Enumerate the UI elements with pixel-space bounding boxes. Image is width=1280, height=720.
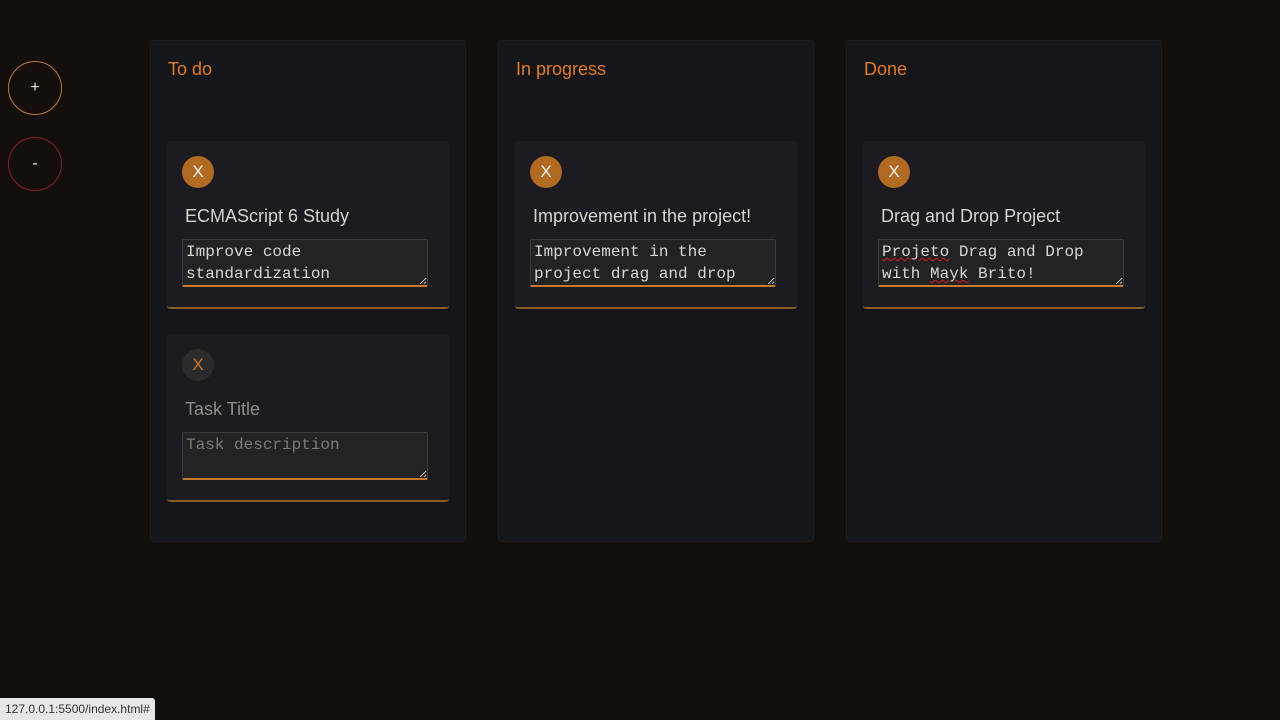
description-line: with Mayk Brito! <box>882 263 1120 285</box>
browser-status-url: 127.0.0.1:5500/index.html# <box>0 698 155 720</box>
add-task-button[interactable]: + <box>8 61 62 115</box>
close-icon: X <box>192 355 204 374</box>
description-line: Improvement in the <box>534 243 707 261</box>
task-description-textarea[interactable]: Improvement in the project drag and drop <box>530 239 776 287</box>
description-line: Improve code <box>186 243 302 261</box>
close-icon: X <box>540 162 552 181</box>
plus-icon: + <box>30 79 40 96</box>
task-card[interactable]: X ECMAScript 6 Study Improve code standa… <box>167 141 449 309</box>
close-icon: X <box>192 162 204 181</box>
task-description-textarea[interactable]: Task description <box>182 432 428 480</box>
task-title-input[interactable]: Task Title <box>185 399 260 420</box>
task-card[interactable]: X Improvement in the project! Improvemen… <box>515 141 797 309</box>
task-title-input[interactable]: Drag and Drop Project <box>881 206 1060 227</box>
description-line: Projeto Drag and Drop <box>882 241 1120 263</box>
minus-icon: - <box>32 155 38 172</box>
misspelled-word: Projeto <box>882 243 950 261</box>
delete-task-button[interactable]: X <box>530 156 562 188</box>
column-done[interactable]: Done X Drag and Drop Project Projeto Dra… <box>846 40 1162 542</box>
description-text: Drag and Drop <box>949 243 1084 261</box>
kanban-page: + - To do X ECMAScript 6 Study Improve c… <box>0 0 1280 720</box>
task-title-input[interactable]: Improvement in the project! <box>533 206 751 227</box>
column-todo[interactable]: To do X ECMAScript 6 Study Improve code … <box>150 40 466 542</box>
task-card-new[interactable]: X Task Title Task description <box>167 334 449 502</box>
column-in-progress[interactable]: In progress X Improvement in the project… <box>498 40 814 542</box>
description-text: Brito! <box>968 265 1036 283</box>
column-title: In progress <box>516 59 607 79</box>
task-title-input[interactable]: ECMAScript 6 Study <box>185 206 349 227</box>
description-text: with <box>882 265 931 283</box>
task-description-textarea[interactable]: Projeto Drag and Drop with Mayk Brito! <box>878 239 1124 287</box>
column-title: Done <box>864 59 908 79</box>
description-line: standardization <box>186 265 331 283</box>
column-title: To do <box>168 59 213 79</box>
delete-task-button[interactable]: X <box>182 156 214 188</box>
close-icon: X <box>888 162 900 181</box>
misspelled-word: Mayk <box>930 265 969 283</box>
description-placeholder: Task description <box>186 436 340 454</box>
remove-task-button[interactable]: - <box>8 137 62 191</box>
delete-task-button[interactable]: X <box>182 349 214 381</box>
delete-task-button[interactable]: X <box>878 156 910 188</box>
task-card[interactable]: X Drag and Drop Project Projeto Drag and… <box>863 141 1145 309</box>
description-line: project drag and drop <box>534 265 736 283</box>
task-description-textarea[interactable]: Improve code standardization <box>182 239 428 287</box>
